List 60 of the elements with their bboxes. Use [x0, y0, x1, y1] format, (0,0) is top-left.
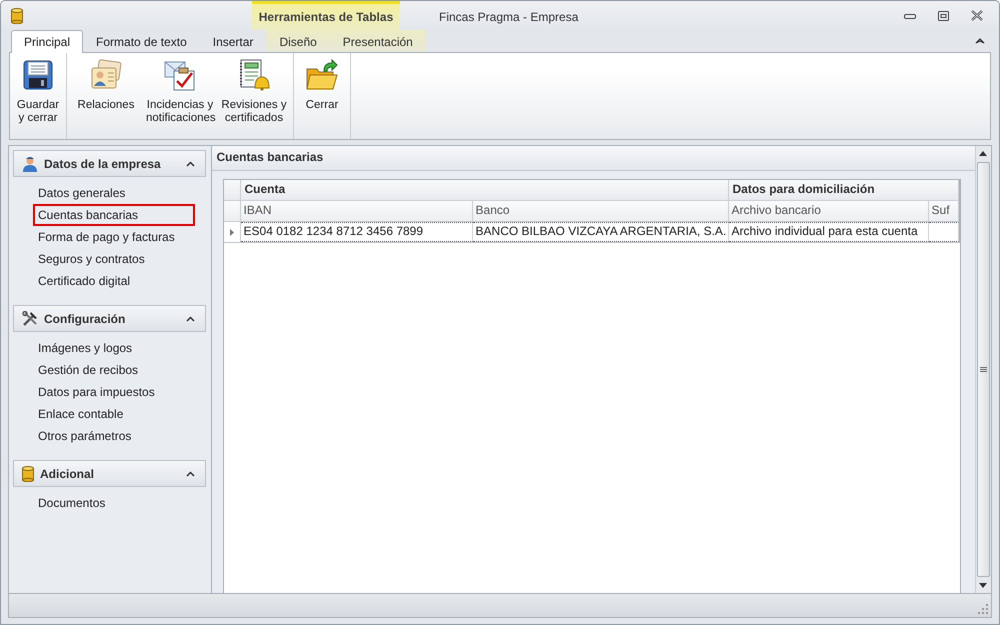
caret-icon[interactable]	[186, 470, 195, 476]
sidebar-link[interactable]: Datos generales	[33, 182, 195, 204]
scroll-up-icon[interactable]	[979, 151, 988, 156]
sidebar-link[interactable]: Enlace contable	[33, 403, 195, 425]
contextual-tab-group-label: Herramientas de Tablas	[258, 10, 394, 24]
section-header[interactable]: Configuración	[13, 305, 206, 332]
table-cell	[928, 222, 959, 242]
panel-title: Cuentas bancarias	[212, 146, 975, 171]
app-cylinder-icon	[11, 8, 23, 24]
ribbon-tab[interactable]: Formato de texto	[83, 30, 200, 52]
section-title: Adicional	[40, 466, 96, 480]
section-title: Configuración	[44, 312, 126, 326]
table-cell: BANCO BILBAO VIZCAYA ARGENTARIA, S.A.	[472, 222, 729, 242]
column-header[interactable]: IBAN	[240, 201, 473, 221]
sidebar-link[interactable]: Seguros y contratos	[33, 248, 195, 270]
sidebar-link[interactable]: Forma de pago y facturas	[33, 226, 195, 248]
sidebar-link[interactable]: Documentos	[33, 492, 195, 514]
sidebar-link[interactable]: Cuentas bancarias	[33, 204, 195, 226]
sidebar-link[interactable]: Certificado digital	[33, 270, 195, 292]
ribbon-tab[interactable]: Principal	[11, 30, 84, 53]
band-header: Datos para domiciliación	[732, 182, 875, 196]
hammer-wrench-icon	[22, 310, 38, 326]
sidebar-link[interactable]: Imágenes y logos	[33, 337, 195, 359]
band-header: Cuenta	[244, 182, 286, 196]
ribbon-tab[interactable]: Insertar	[200, 30, 266, 52]
grip-icon	[980, 367, 987, 372]
document-bell-icon	[238, 59, 270, 91]
close-icon[interactable]	[971, 10, 983, 21]
sidebar-link[interactable]: Datos para impuestos	[33, 381, 195, 403]
restore-icon[interactable]	[938, 10, 949, 20]
minimize-icon[interactable]	[904, 12, 916, 18]
person-icon	[22, 156, 38, 172]
section-header[interactable]: Datos de la empresa	[13, 150, 206, 177]
ribbon-button[interactable]: Revisiones y certificados	[217, 53, 291, 139]
window-title: Fincas Pragma - Empresa	[439, 10, 578, 24]
ribbon-tab[interactable]: Diseño	[266, 30, 330, 52]
sidebar-link[interactable]: Gestión de recibos	[33, 359, 195, 381]
caret-icon[interactable]	[186, 160, 195, 166]
table-cell: Archivo individual para esta cuenta	[728, 222, 929, 242]
close-document-button[interactable]: Cerrar	[296, 53, 348, 139]
column-header[interactable]: Banco	[472, 201, 729, 221]
caret-icon[interactable]	[186, 316, 195, 322]
resize-grip-icon[interactable]	[978, 604, 988, 614]
column-header[interactable]: Suf	[928, 201, 959, 221]
ribbon-tab[interactable]: Presentación	[330, 30, 426, 52]
ribbon-button[interactable]: Relaciones	[69, 53, 143, 139]
sidebar-link[interactable]: Otros parámetros	[33, 425, 195, 447]
vertical-scrollbar[interactable]	[974, 146, 991, 593]
ribbon-button[interactable]: Incidencias y notificaciones	[143, 53, 217, 139]
table-cell: ES04 0182 1234 8712 3456 7899	[240, 222, 473, 242]
ribbon-button[interactable]: Guardar y cerrar	[12, 53, 64, 139]
section-title: Datos de la empresa	[44, 156, 162, 170]
scroll-down-icon[interactable]	[979, 583, 988, 588]
contact-cards-icon	[90, 59, 122, 91]
section-header[interactable]: Adicional	[13, 460, 206, 487]
collapse-ribbon-icon[interactable]	[975, 37, 985, 45]
column-header[interactable]: Archivo bancario	[728, 201, 929, 221]
folder-arrow-icon	[306, 59, 338, 91]
envelope-checkmark-icon	[164, 59, 196, 91]
cylinder-icon	[22, 466, 34, 482]
